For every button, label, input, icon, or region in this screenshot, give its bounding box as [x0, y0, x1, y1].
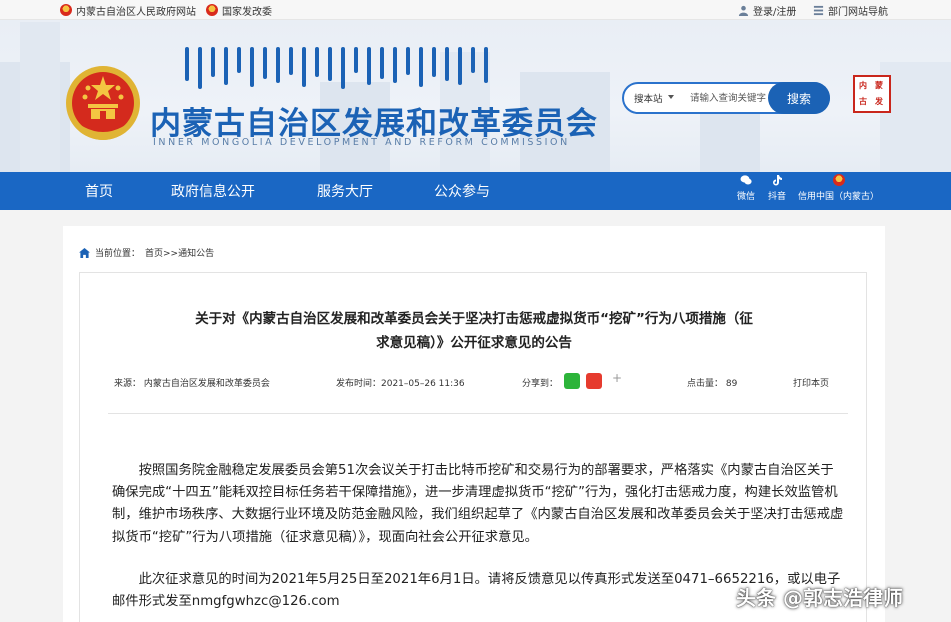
home-icon [79, 247, 90, 258]
gov-site-link[interactable]: 内蒙古自治区人民政府网站 [60, 0, 196, 20]
background-building [20, 22, 60, 172]
publish-time: 发布时间：2021–05–26 11:36 [336, 379, 465, 389]
share-label: 分享到： [522, 379, 559, 389]
breadcrumb: 当前位置： 首页>>通知公告 [79, 246, 214, 259]
ndrc-link[interactable]: 国家发改委 [206, 0, 272, 20]
nav-item-service-hall[interactable]: 服务大厅 [317, 172, 373, 210]
print-page-link[interactable]: 打印本页 [793, 376, 829, 389]
nav-item-home[interactable]: 首页 [85, 172, 113, 210]
breadcrumb-label: 当前位置： [95, 249, 141, 259]
nav-item-public-participation[interactable]: 公众参与 [434, 172, 490, 210]
article: 关于对《内蒙古自治区发展和改革委员会关于坚决打击惩戒虚拟货币“挖矿”行为八项措施… [79, 272, 867, 622]
divider [108, 413, 848, 414]
wechat-label: 微信 [737, 192, 756, 202]
article-paragraph: 按照国务院金融稳定发展委员会第51次会议关于打击比特币挖矿和交易行为的部署要求，… [112, 463, 844, 545]
dept-nav-link[interactable]: 部门网站导航 [813, 0, 888, 20]
article-title-line: 关于对《内蒙古自治区发展和改革委员会关于坚决打击惩戒虚拟货币“挖矿”行为八项措施… [195, 311, 753, 327]
article-body: 按照国务院金融稳定发展委员会第51次会议关于打击比特币挖矿和交易行为的部署要求，… [112, 460, 844, 622]
top-utility-bar: 内蒙古自治区人民政府网站 国家发改委 登录/注册 部门网站导航 [0, 0, 951, 20]
douyin-link[interactable]: 抖音 [768, 174, 786, 202]
ndrc-label: 国家发改委 [222, 6, 272, 18]
credit-china-link[interactable]: 信用中国（内蒙古） [798, 174, 879, 202]
mongolian-script-title [185, 47, 488, 89]
douyin-icon [773, 175, 782, 186]
seal-logo: 内 蒙 古 发 [853, 75, 891, 113]
breadcrumb-path[interactable]: 首页>>通知公告 [145, 246, 214, 259]
site-title-english: INNER MONGOLIA DEVELOPMENT AND REFORM CO… [153, 137, 570, 148]
watermark: 头条 @郭志浩律师 [736, 586, 903, 610]
share-weibo-icon[interactable] [586, 373, 602, 389]
nav-item-gov-info[interactable]: 政府信息公开 [171, 172, 255, 210]
douyin-label: 抖音 [768, 192, 787, 202]
article-title: 关于对《内蒙古自治区发展和改革委员会关于坚决打击惩戒虚拟货币“挖矿”行为八项措施… [144, 307, 804, 355]
site-header: 内蒙古自治区发展和改革委员会 INNER MONGOLIA DEVELOPMEN… [0, 20, 951, 172]
article-title-line: 求意见稿）》公开征求意见的公告 [376, 335, 572, 351]
dept-nav-label: 部门网站导航 [828, 6, 888, 18]
content-panel: 当前位置： 首页>>通知公告 关于对《内蒙古自治区发展和改革委员会关于坚决打击惩… [63, 226, 885, 622]
search-scope-select[interactable]: 搜本站 [634, 91, 663, 105]
credit-china-label: 信用中国（内蒙古） [798, 192, 880, 202]
chevron-down-icon[interactable] [668, 95, 674, 99]
national-emblem-logo [66, 66, 140, 140]
main-nav: 首页 政府信息公开 服务大厅 公众参与 微信 抖音 信用中国（内蒙古） [0, 172, 951, 210]
emblem-icon [206, 4, 218, 16]
click-count: 点击量： 89 [687, 379, 738, 389]
login-link[interactable]: 登录/注册 [738, 0, 796, 20]
share-wechat-icon[interactable] [564, 373, 580, 389]
emblem-icon [832, 174, 845, 186]
wechat-icon [740, 175, 752, 185]
user-icon [738, 5, 749, 16]
article-paragraph: 此次征求意见的时间为2021年5月25日至2021年6月1日。请将反馈意见以传真… [112, 571, 841, 610]
article-source: 来源： 内蒙古自治区发展和改革委员会 [114, 379, 270, 389]
login-label: 登录/注册 [753, 6, 797, 18]
list-icon [813, 5, 824, 15]
share-more-button[interactable]: + [612, 371, 622, 385]
emblem-icon [60, 4, 72, 16]
gov-site-label: 内蒙古自治区人民政府网站 [76, 6, 196, 18]
wechat-link[interactable]: 微信 [737, 174, 755, 202]
search-button[interactable]: 搜索 [768, 82, 830, 114]
